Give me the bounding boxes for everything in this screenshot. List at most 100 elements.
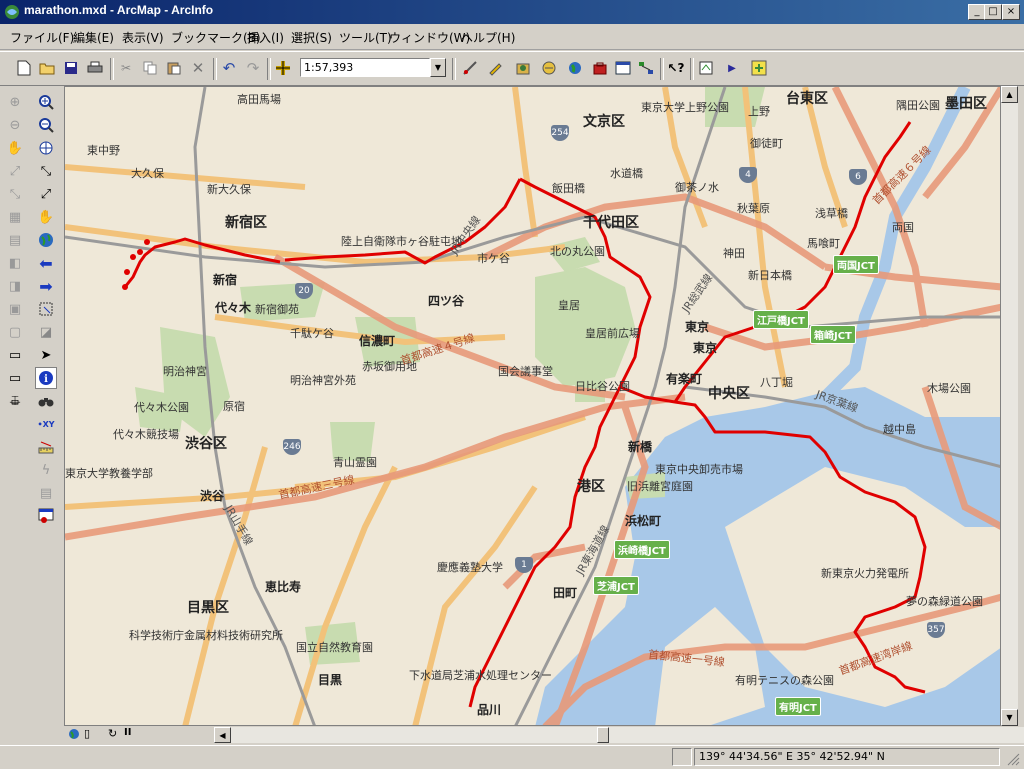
measure-lines-icon[interactable]: ⏛ [5,392,25,412]
select-elements-disabled-icon[interactable]: ▦ [5,207,25,227]
toolbar-overflow-arrow-icon[interactable]: ▶ [722,58,742,78]
command-window-icon[interactable] [613,58,633,78]
cut-icon[interactable]: ✂ [116,58,136,78]
print-icon[interactable] [85,58,105,78]
label-asakusabashi: 浅草橋 [815,207,848,220]
arcmap-app-icon[interactable] [4,4,20,20]
scroll-left-icon[interactable]: ◀ [214,727,231,743]
pan-disabled-icon[interactable]: ✋ [5,138,25,158]
arccatalog-icon[interactable] [513,58,533,78]
label-ariake-tennis: 有明テニスの森公園 [735,674,834,687]
map-display[interactable]: 高田馬場 文京区 東京大学上野公園 上野 台東区 隅田公園 墨田区 御徒町 東中… [64,86,1001,726]
toolbox-icon[interactable] [590,58,610,78]
label-tamachi: 田町 [553,586,578,600]
menu-tools[interactable]: ツール(T) [339,29,392,46]
zoom-in-icon[interactable] [36,92,56,112]
open-folder-icon[interactable] [37,58,57,78]
menu-selection[interactable]: 選択(S) [291,29,332,46]
label-yoyogi-stadium: 代々木競技場 [113,428,179,441]
window-title: marathon.mxd - ArcMap - ArcInfo [24,3,214,17]
layer-icon[interactable] [539,58,559,78]
label-chuo: 中央区 [708,386,750,402]
svg-text:i: i [44,374,48,385]
globe-icon[interactable] [565,58,585,78]
zoom-in-page-disabled-icon[interactable]: ▢ [5,322,25,342]
data-view-globe-icon[interactable] [68,728,80,740]
label-suidobashi: 水道橋 [610,167,643,180]
zoom-whole-page-disabled-icon[interactable]: ▤ [5,230,25,250]
clear-selection-icon[interactable]: ◪ [36,322,56,342]
badge-hamazakibashi-jct: 浜崎橋JCT [614,540,670,559]
vertical-scrollbar[interactable]: ▲ ▼ [1001,86,1018,726]
menu-help[interactable]: ヘルプ(H) [461,29,515,46]
html-popup-icon[interactable]: ▤ [36,483,56,503]
model-builder-icon[interactable] [636,58,656,78]
go-forward-arrow-icon[interactable]: ➡ [36,276,56,296]
find-binoculars-icon[interactable] [36,391,56,411]
menu-window[interactable]: ウィンドウ(W) [389,29,470,46]
editor-toolbar-icon[interactable] [460,58,480,78]
fixed-zoom-out-icon[interactable]: ⊖ [5,115,25,135]
map-scale-input[interactable]: 1:57,393 [300,58,430,77]
whats-this-help-icon[interactable]: ↖? [666,58,686,78]
menu-edit[interactable]: 編集(E) [73,29,114,46]
menu-view[interactable]: 表示(V) [122,29,164,46]
coordinate-readout: 139° 44'34.56" E 35° 42'52.94" N [694,748,1000,766]
add-data-icon[interactable] [273,58,293,78]
label-okubo: 大久保 [131,167,164,180]
layout-view-icon[interactable] [696,58,716,78]
copy-icon[interactable] [140,58,160,78]
hyperlink-lightning-icon[interactable]: ϟ [36,460,56,480]
maximize-button[interactable]: □ [984,4,1002,20]
create-viewer-window-icon[interactable] [36,506,56,526]
new-document-icon[interactable] [14,58,34,78]
go-back-extent-disabled-icon[interactable]: ◧ [5,253,25,273]
paste-icon[interactable] [164,58,184,78]
redo-icon[interactable]: ↷ [243,58,263,78]
horizontal-scrollbar[interactable]: ◀ ▶ [214,727,1024,743]
zoom-out-page-icon[interactable]: ▭ [5,345,25,365]
fixed-zoom-in-arrows-icon[interactable]: ⤡ [36,161,56,181]
menu-file[interactable]: ファイル(F) [10,29,74,46]
scroll-up-icon[interactable]: ▲ [1001,86,1018,103]
delete-icon[interactable]: ✕ [188,58,208,78]
resize-grip-icon[interactable] [1006,752,1020,766]
save-disk-icon[interactable] [61,58,81,78]
customize-toolbar-icon[interactable] [749,58,769,78]
go-forward-extent-disabled-icon[interactable]: ◨ [5,276,25,296]
page-layout-icon[interactable]: ▭ [5,368,25,388]
zoom-to-100-disabled-icon[interactable]: ▣ [5,299,25,319]
zoom-out-icon[interactable] [36,115,56,135]
layout-view-page-icon[interactable]: ▯ [84,727,90,740]
map-scale-dropdown-icon[interactable]: ▼ [430,58,446,77]
refresh-view-icon[interactable]: ↻ [108,727,117,740]
fixed-zoom-in-icon[interactable]: ⊕ [5,92,25,112]
go-to-xy-icon[interactable]: •XY [36,414,56,434]
arctoolbox-pencil-icon[interactable] [485,58,505,78]
label-hibiya-park: 日比谷公園 [575,380,630,393]
label-yotsuya: 四ツ谷 [428,294,465,308]
select-features-icon[interactable] [36,299,56,319]
select-elements-arrow-icon[interactable]: ➤ [36,345,56,365]
close-button[interactable]: × [1002,4,1020,20]
scroll-down-icon[interactable]: ▼ [1001,709,1018,726]
label-sumida: 墨田区 [945,96,987,112]
full-extent-globe-icon[interactable] [36,230,56,250]
fixed-zoom-out-arrows-icon[interactable]: ⤢ [36,184,56,204]
scroll-thumb[interactable] [597,727,609,743]
pan-arrows-icon[interactable] [36,138,56,158]
label-kiba-park: 木場公園 [927,382,971,395]
label-keio: 慶應義塾大学 [437,561,503,574]
menu-insert[interactable]: 挿入(I) [247,29,284,46]
go-back-arrow-icon[interactable]: ⬅ [36,253,56,273]
zoom-back-disabled-icon[interactable]: ⤡ [5,184,25,204]
undo-icon[interactable]: ↶ [219,58,239,78]
pause-drawing-icon[interactable]: II [124,727,131,738]
full-extent-disabled-icon[interactable]: ⤢ [5,161,25,181]
measure-ruler-icon[interactable] [36,437,56,457]
menu-bar: ファイル(F) 編集(E) 表示(V) ブックマーク(B) 挿入(I) 選択(S… [0,24,1024,50]
label-shinanomachi: 信濃町 [359,334,396,348]
status-bar: 139° 44'34.56" E 35° 42'52.94" N [0,745,1024,769]
pan-hand-icon[interactable]: ✋ [36,207,56,227]
identify-icon[interactable]: i [35,367,57,389]
